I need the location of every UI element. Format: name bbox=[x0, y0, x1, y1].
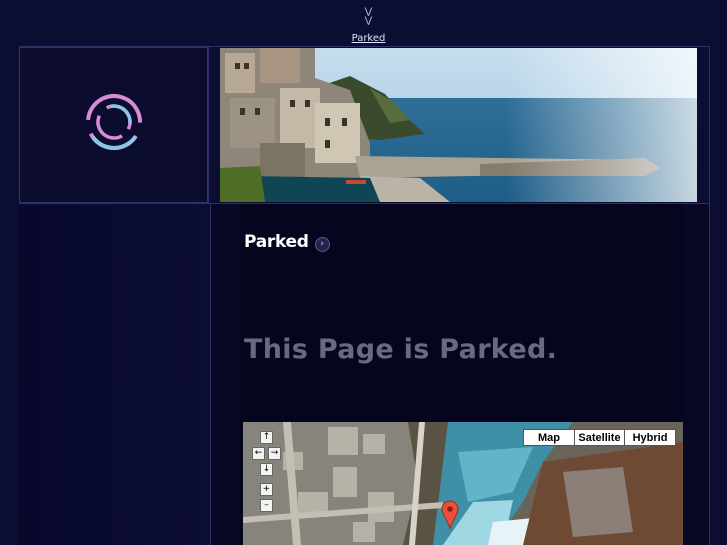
map-pan-up-button[interactable]: ↑ bbox=[260, 431, 273, 444]
embedded-map[interactable]: Map Satellite Hybrid ↑ ← → ↓ + – bbox=[243, 422, 683, 545]
header-banner-image bbox=[220, 48, 697, 202]
chevron-right-icon: › bbox=[320, 238, 324, 249]
frame-right-line bbox=[709, 47, 710, 204]
double-chevron-down-icon: ⋁ ⋁ bbox=[364, 7, 373, 26]
top-nav-parked-link[interactable]: Parked bbox=[352, 33, 386, 44]
top-nav: ⋁ ⋁ Parked bbox=[0, 8, 727, 45]
map-pan-left-button[interactable]: ← bbox=[252, 447, 265, 460]
map-pan-down-button[interactable]: ↓ bbox=[260, 463, 273, 476]
circular-logo-icon bbox=[86, 94, 142, 150]
map-pan-right-button[interactable]: → bbox=[268, 447, 281, 460]
heading-arrow-button[interactable]: › bbox=[314, 236, 330, 252]
parked-message: This Page is Parked. bbox=[244, 334, 558, 365]
page-heading: Parked bbox=[244, 232, 309, 252]
map-type-map-button[interactable]: Map bbox=[523, 429, 575, 446]
map-zoom-in-button[interactable]: + bbox=[260, 483, 273, 496]
map-zoom-out-button[interactable]: – bbox=[260, 499, 273, 512]
map-type-satellite-button[interactable]: Satellite bbox=[574, 429, 625, 446]
heading-row: Parked › bbox=[244, 232, 330, 252]
map-marker-icon[interactable] bbox=[441, 500, 459, 530]
frame-divider bbox=[208, 47, 209, 204]
logo-box bbox=[19, 47, 208, 203]
map-type-hybrid-button[interactable]: Hybrid bbox=[624, 429, 676, 446]
left-sidebar bbox=[19, 205, 208, 545]
